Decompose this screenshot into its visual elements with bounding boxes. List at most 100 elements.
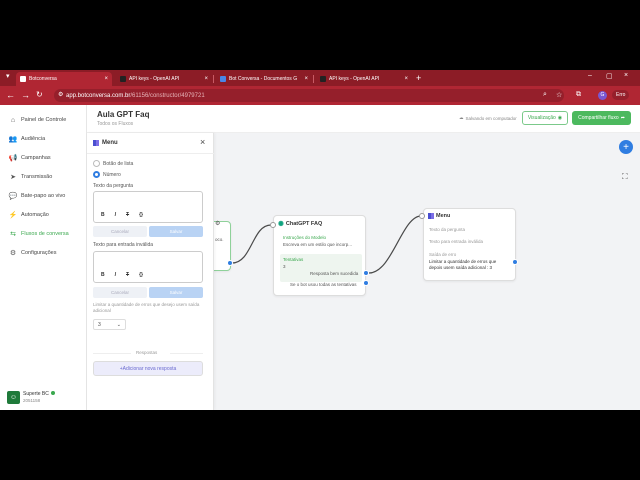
sidebar-item-settings[interactable]: ⚙ Configurações (9, 247, 57, 259)
invalid-input-label: Texto para entrada inválida (93, 242, 154, 248)
account-avatar[interactable]: ☺ (7, 391, 20, 404)
fit-screen-icon[interactable]: ⛶ (622, 172, 628, 182)
profile-avatar[interactable]: G (598, 91, 607, 100)
add-response-button[interactable]: +Adicionar nova resposta (93, 361, 203, 376)
tab-google-docs[interactable]: Bot Conversa - Documentos G × (216, 72, 312, 86)
search-lens-icon[interactable]: ⌕ (543, 91, 547, 99)
sidebar-item-automation[interactable]: ⚡ Automação (9, 209, 49, 221)
divider (87, 153, 214, 154)
error-button[interactable]: Erro (612, 90, 630, 100)
invalid-text-label: Texto para entrada inválida (429, 239, 484, 244)
tab-botconversa[interactable]: Botconversa × (16, 72, 112, 86)
invalid-format-toolbar: B I T {} (101, 272, 143, 278)
wire-partial-to-gpt (231, 224, 272, 264)
italic-icon[interactable]: I (115, 272, 116, 278)
reload-icon[interactable]: ↻ (36, 90, 43, 99)
bookmark-star-icon[interactable]: ☆ (556, 91, 562, 99)
success-port[interactable] (363, 270, 369, 276)
bold-icon[interactable]: B (101, 212, 105, 218)
eye-icon: ◉ (557, 115, 563, 121)
limit-text-2: depois usem saída adicional : 3 (429, 265, 493, 270)
radio-list-button[interactable]: Botão de lista (93, 160, 133, 167)
close-tab-icon[interactable]: × (404, 76, 408, 82)
browser-toolbar: ← → ↻ ⚙ app.botconversa.com.br/61156/con… (0, 86, 640, 105)
node-title: Menu (436, 213, 451, 219)
breadcrumb[interactable]: Todos os Fluxos (97, 121, 133, 127)
chatgpt-faq-node[interactable]: ✺ ChatGPT FAQ Instruções do Modelo Escre… (273, 215, 366, 296)
add-block-button[interactable]: + (619, 140, 633, 154)
settings-icon[interactable]: ⚙ (215, 220, 220, 227)
tab-openai-keys[interactable]: API keys - OpenAI API × (116, 72, 212, 86)
sidebar-item-label: Bate-papo ao vivo (21, 193, 66, 199)
sidebar-item-audience[interactable]: 👥 Audiência (9, 133, 46, 145)
input-port[interactable] (419, 213, 425, 219)
close-icon[interactable]: × (200, 137, 205, 147)
account-name[interactable]: Superte BC (23, 391, 55, 397)
fail-output-label: Se o bot usou todas as tentativas (290, 282, 357, 287)
limit-errors-select[interactable]: 3 ⌄ (93, 319, 126, 330)
radio-circle-selected (93, 171, 100, 178)
menu-edit-panel: Menu × Botão de lista Número Texto da pe… (87, 133, 214, 410)
view-button[interactable]: Visualização ◉ (522, 111, 568, 125)
close-window-icon[interactable]: × (624, 72, 628, 79)
minimize-icon[interactable]: – (588, 72, 592, 79)
page-header: Aula GPT Faq Todos os Fluxos ☁ Salvando e… (87, 105, 640, 133)
tries-label: Tentativas (283, 257, 304, 262)
fail-port[interactable] (363, 280, 369, 286)
save-button[interactable]: Salvar (149, 287, 203, 298)
responses-label: Respostas (136, 350, 158, 355)
tab-search-icon[interactable]: ▾ (6, 72, 10, 80)
share-flow-button[interactable]: Compartilhar fluxo ➦ (572, 111, 631, 125)
code-icon[interactable]: {} (139, 272, 143, 278)
menu-grid-icon (93, 140, 99, 146)
new-tab-plus-icon[interactable]: + (416, 73, 421, 83)
sidebar-item-live-chat[interactable]: 💬 Bate-papo ao vivo (9, 190, 66, 202)
limit-text: Limitar a quantidade de erros que (429, 259, 497, 264)
tab-label: Botconversa (29, 76, 57, 82)
radio-number[interactable]: Número (93, 171, 121, 178)
output-port[interactable] (227, 260, 233, 266)
sidebar-item-label: Audiência (21, 136, 46, 142)
close-tab-icon[interactable]: × (204, 76, 208, 82)
openai-favicon-icon (320, 76, 326, 82)
sidebar-item-flows[interactable]: ⇆ Fluxos de conversa (9, 228, 69, 240)
sidebar-item-campaigns[interactable]: 📢 Campanhas (9, 152, 51, 164)
cancel-button[interactable]: Cancelar (93, 226, 147, 237)
node-title: ChatGPT FAQ (285, 221, 323, 227)
maximize-icon[interactable]: ▢ (606, 72, 613, 80)
input-port[interactable] (270, 222, 276, 228)
cancel-button[interactable]: Cancelar (93, 287, 147, 298)
sidebar-item-dashboard[interactable]: ⌂ Painel de Controle (9, 114, 66, 126)
code-icon[interactable]: {} (139, 212, 143, 218)
menu-node[interactable]: Menu Texto da pergunta Texto para entrad… (423, 208, 516, 281)
strikethrough-icon[interactable]: T (126, 212, 129, 218)
close-tab-icon[interactable]: × (104, 76, 108, 82)
question-text-field[interactable] (93, 191, 203, 223)
forward-arrow-icon[interactable]: → (21, 90, 30, 100)
extensions-icon[interactable]: ⧉ (576, 91, 581, 99)
home-icon: ⌂ (10, 116, 16, 124)
invalid-text-field[interactable] (93, 251, 203, 283)
close-tab-icon[interactable]: × (304, 76, 308, 82)
site-info-icon[interactable]: ⚙ (58, 91, 63, 98)
instructions-label: Instruções do Modelo (283, 235, 327, 240)
app-sidebar: ⌂ Painel de Controle 👥 Audiência 📢 Campa… (0, 105, 87, 410)
radio-circle (93, 160, 100, 167)
italic-icon[interactable]: I (115, 212, 116, 218)
save-status-text: Salvando em computador (465, 115, 517, 121)
save-button[interactable]: Salvar (149, 226, 203, 237)
bold-icon[interactable]: B (101, 272, 105, 278)
page-title: Aula GPT Faq (97, 110, 150, 119)
error-port[interactable] (512, 259, 518, 265)
browser-tab-bar: ▾ Botconversa × API keys - OpenAI API × … (0, 70, 640, 86)
question-text-label: Texto da pergunta (429, 227, 466, 232)
strikethrough-icon[interactable]: T (126, 272, 129, 278)
tab-openai-keys-2[interactable]: API keys - OpenAI API × (316, 72, 412, 86)
online-status-dot (50, 391, 55, 395)
back-arrow-icon[interactable]: ← (6, 90, 15, 100)
limit-errors-label: Limitar a quantidade de erros que desejo… (93, 302, 200, 313)
sidebar-item-broadcast[interactable]: ➤ Transmissão (9, 171, 52, 183)
share-button-label: Compartilhar fluxo (578, 115, 619, 121)
address-bar[interactable]: ⚙ app.botconversa.com.br/61156/construct… (54, 89, 564, 102)
view-button-label: Visualização (527, 115, 556, 121)
